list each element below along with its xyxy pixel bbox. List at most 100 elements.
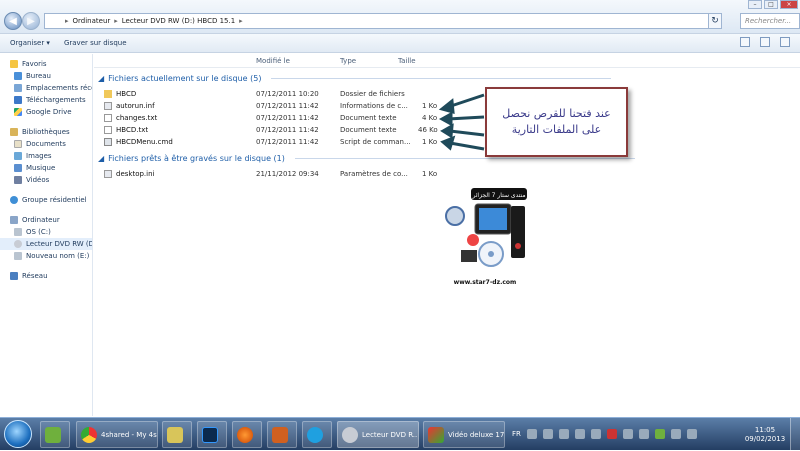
file-row[interactable]: HBCD.txt 07/12/2011 11:42 Document texte… [102,124,442,136]
sidebar-homegroup[interactable]: Groupe résidentiel [0,194,92,206]
sidebar-item-desktop[interactable]: Bureau [0,70,92,82]
breadcrumb-dvd-drive[interactable]: Lecteur DVD RW (D:) HBCD 15.1 [122,17,235,25]
taskbar-video-deluxe[interactable]: Vidéo deluxe 17... [423,421,505,448]
window-controls: – □ × [740,0,800,10]
cd-hole-icon [488,251,494,257]
close-button[interactable]: × [780,0,798,9]
file-row[interactable]: HBCD 07/12/2011 10:20 Dossier de fichier… [102,88,442,100]
column-headers: Modifié le Type Taille [94,54,800,68]
arrow-to-changes [447,115,485,121]
power-light-icon [515,243,521,249]
tray-icon[interactable] [606,429,617,439]
breadcrumb-computer[interactable]: Ordinateur [73,17,111,25]
column-size[interactable]: Taille [398,57,416,65]
help-icon[interactable] [780,37,790,47]
videos-icon [14,176,22,184]
sidebar-item-recent[interactable]: Emplacements récents [0,82,92,94]
tray-icon[interactable] [590,429,601,439]
dvd-drive-icon [342,426,358,443]
minimize-button[interactable]: – [748,0,762,9]
script-file-icon [104,138,112,146]
start-button[interactable] [4,420,32,448]
arrowhead-icon [440,135,456,151]
organize-button[interactable]: Organiser ▾ [10,39,50,47]
tray-icon[interactable] [638,429,649,439]
volume-tray-icon[interactable] [686,429,697,439]
hard-drive-icon [14,252,22,260]
view-options-icon[interactable] [740,37,750,47]
back-button[interactable]: ◀ [4,12,22,30]
chrome-icon [81,426,97,443]
language-indicator[interactable]: FR [512,430,521,438]
settings-file-icon [104,102,112,110]
sidebar-item-google-drive[interactable]: Google Drive [0,106,92,118]
tray-icon[interactable] [542,429,553,439]
collapse-chevron-icon: ◢ [98,74,105,83]
tray-icon[interactable] [574,429,585,439]
search-input[interactable]: Rechercher... [740,13,800,29]
tray-icon[interactable] [558,429,569,439]
firefox-icon [237,426,253,443]
taskbar-firefox[interactable] [232,421,262,448]
sidebar-computer[interactable]: Ordinateur [0,214,92,226]
file-row[interactable]: HBCDMenu.cmd 07/12/2011 11:42 Script de … [102,136,442,148]
file-row[interactable]: autorun.inf 07/12/2011 11:42 Information… [102,100,442,112]
maximize-button[interactable]: □ [764,0,778,9]
tray-icon[interactable] [526,429,537,439]
column-modified[interactable]: Modifié le [256,57,290,65]
sidebar-item-dvd-drive[interactable]: Lecteur DVD RW (D:) [0,238,92,250]
windows-logo-icon [467,234,479,246]
arabic-callout-box: عند فتحنا للقرص نحصل على الملفات التارية [485,87,628,157]
sidebar-network[interactable]: Réseau [0,270,92,282]
sidebar-item-drive-c[interactable]: OS (C:) [0,226,92,238]
utorrent-tray-icon[interactable] [654,429,665,439]
file-row[interactable]: desktop.ini 21/11/2012 09:34 Paramètres … [102,168,442,180]
sidebar-item-downloads[interactable]: Téléchargements [0,94,92,106]
sidebar-libraries[interactable]: Bibliothèques [0,126,92,138]
sidebar-item-pictures[interactable]: Images [0,150,92,162]
address-bar-area: – □ × ◀ ▶ ▸ Ordinateur ▸ Lecteur DVD RW … [0,0,800,34]
sidebar-item-drive-e[interactable]: Nouveau nom (E:) [0,250,92,262]
taskbar-skype[interactable] [302,421,332,448]
star-icon [10,60,18,68]
taskbar-app-cat[interactable] [267,421,297,448]
back-arrow-icon: ◀ [9,15,17,27]
tray-icon[interactable] [622,429,633,439]
pc-tower-icon [511,206,525,258]
burn-disc-button[interactable]: Graver sur disque [64,39,127,47]
hard-drive-icon [14,228,22,236]
sidebar-item-videos[interactable]: Vidéos [0,174,92,186]
computer-icon [10,216,18,224]
navigation-pane: Favoris Bureau Emplacements récents Télé… [0,54,93,416]
network-tray-icon[interactable] [670,429,681,439]
command-bar: Organiser ▾ Graver sur disque [0,34,800,53]
taskbar-chrome-4shared[interactable]: 4shared - My 4s... [76,421,158,448]
sidebar-item-music[interactable]: Musique [0,162,92,174]
clock-time: 11:05 [754,426,776,434]
group-header-current[interactable]: ◢ Fichiers actuellement sur le disque (5… [98,74,611,83]
show-desktop-button[interactable] [790,418,800,451]
gamepad-icon [461,250,477,262]
video-deluxe-icon [428,426,444,443]
column-type[interactable]: Type [340,57,356,65]
recent-places-icon [14,84,22,92]
sidebar-favorites[interactable]: Favoris [0,58,92,70]
taskbar-explorer-dvd[interactable]: Lecteur DVD R... [337,421,419,448]
preview-pane-icon[interactable] [760,37,770,47]
app-icon [272,426,288,443]
folder-icon [104,90,112,98]
arrowhead-icon [438,98,455,115]
skype-icon [307,426,323,443]
refresh-button[interactable]: ↻ [708,13,722,29]
clock[interactable]: 11:05 09/02/2013 [742,426,788,444]
sidebar-item-documents[interactable]: Documents [0,138,92,150]
forward-button[interactable]: ▶ [22,12,40,30]
taskbar-app-shield[interactable] [162,421,192,448]
chevron-icon: ▸ [114,17,118,25]
address-box[interactable]: ▸ Ordinateur ▸ Lecteur DVD RW (D:) HBCD … [44,13,720,29]
network-icon [10,272,18,280]
taskbar-utorrent[interactable] [40,421,70,448]
file-row[interactable]: changes.txt 07/12/2011 11:42 Document te… [102,112,442,124]
taskbar-photoshop[interactable] [197,421,227,448]
settings-file-icon [104,170,112,178]
